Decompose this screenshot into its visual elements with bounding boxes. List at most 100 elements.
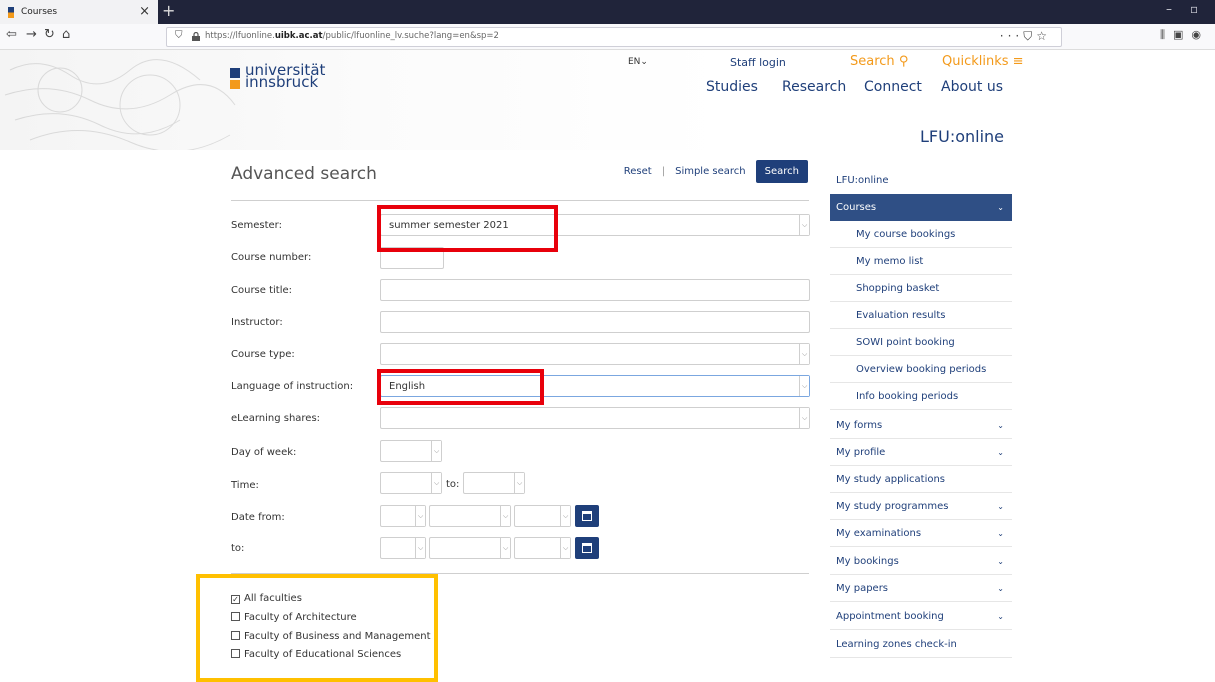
header-search-link[interactable]: Search ⚲	[850, 54, 908, 69]
chevron-down-icon: ⌄	[997, 203, 1004, 212]
sidebar-item-info-booking-periods[interactable]: Info booking periods	[830, 383, 1012, 410]
chevron-down-icon: ⌵	[802, 221, 808, 229]
sidebar-item-my-course-bookings[interactable]: My course bookings	[830, 221, 1012, 248]
divider	[231, 200, 809, 201]
chevron-down-icon: ⌄	[997, 421, 1004, 430]
chevron-down-icon: ⌄	[997, 502, 1004, 511]
action-divider: |	[661, 166, 666, 177]
course-number-label: Course number:	[231, 252, 312, 263]
address-bar[interactable]: ⛉ https://lfuonline.uibk.ac.at/public/lf…	[166, 27, 1062, 47]
sidebar-item-my-memo-list[interactable]: My memo list	[830, 248, 1012, 275]
sidebar-item-my-profile[interactable]: My profile ⌄	[830, 439, 1012, 466]
site-favicon-icon	[8, 6, 14, 18]
time-label: Time:	[231, 480, 259, 491]
chevron-down-icon: ⌵	[418, 544, 424, 552]
university-logo[interactable]: universität innsbruck	[230, 63, 325, 91]
seal-watermark-icon	[4, 59, 236, 150]
chevron-down-icon: ⌵	[503, 544, 509, 552]
date-from-year-select[interactable]: ⌵	[514, 505, 571, 527]
sidebar-item-my-study-applications[interactable]: My study applications	[830, 466, 1012, 493]
forward-icon[interactable]: →	[26, 27, 37, 42]
toolbar-icons[interactable]: ⫼▣◉	[1160, 28, 1209, 42]
chevron-down-icon: ⌵	[563, 512, 569, 520]
chevron-down-icon: ⌵	[503, 512, 509, 520]
home-icon[interactable]: ⌂	[62, 27, 70, 42]
course-type-select[interactable]: ⌵	[380, 343, 810, 365]
calendar-icon[interactable]	[575, 505, 599, 527]
close-tab-icon[interactable]: ×	[139, 4, 150, 19]
calendar-icon[interactable]	[575, 537, 599, 559]
chevron-down-icon: ⌵	[434, 479, 440, 487]
course-title-label: Course title:	[231, 285, 293, 296]
sidebar-item-my-forms[interactable]: My forms ⌄	[830, 412, 1012, 439]
chevron-down-icon: ⌵	[802, 382, 808, 390]
semester-highlight-box	[377, 205, 558, 252]
sidebar-item-appointment-booking[interactable]: Appointment booking ⌄	[830, 603, 1012, 630]
date-to-day-select[interactable]: ⌵	[380, 537, 426, 559]
sidebar-item-courses[interactable]: Courses ⌄	[830, 194, 1012, 221]
language-highlight-box	[377, 369, 544, 405]
search-button[interactable]: Search	[755, 160, 808, 183]
elearning-select[interactable]: ⌵	[380, 407, 810, 429]
language-label: Language of instruction:	[231, 381, 354, 392]
sidebar-item-shopping-basket[interactable]: Shopping basket	[830, 275, 1012, 302]
browser-tab[interactable]: Courses ×	[0, 0, 158, 24]
nav-about-us[interactable]: About us	[941, 79, 1003, 95]
date-from-month-select[interactable]: ⌵	[429, 505, 511, 527]
page-title: Advanced search	[231, 164, 377, 184]
sidebar-item-my-examinations[interactable]: My examinations ⌄	[830, 520, 1012, 547]
instructor-input[interactable]	[380, 311, 810, 333]
sidebar-item-evaluation-results[interactable]: Evaluation results	[830, 302, 1012, 329]
nav-research[interactable]: Research	[782, 79, 846, 95]
simple-search-link[interactable]: Simple search	[675, 166, 746, 177]
sidebar-heading: LFU:online	[836, 175, 889, 186]
day-of-week-select[interactable]: ⌵	[380, 440, 442, 462]
hamburger-icon: ≡	[1012, 54, 1024, 69]
date-to-month-select[interactable]: ⌵	[429, 537, 511, 559]
search-actions: Reset | Simple search Search	[624, 160, 808, 183]
date-to-year-select[interactable]: ⌵	[514, 537, 571, 559]
sidebar-item-my-papers[interactable]: My papers ⌄	[830, 575, 1012, 602]
site-header: universität innsbruck EN⌄ Staff login Se…	[0, 50, 1215, 150]
lock-icon[interactable]	[192, 32, 200, 41]
sidebar-item-sowi-point-booking[interactable]: SOWI point booking	[830, 329, 1012, 356]
page-actions-icons[interactable]: ···⛉☆	[1000, 29, 1051, 44]
chevron-down-icon: ⌵	[563, 544, 569, 552]
date-from-label: Date from:	[231, 512, 285, 523]
browser-tab-bar: Courses × + – ▫	[0, 0, 1215, 24]
chevron-down-icon: ⌵	[434, 447, 440, 455]
chevron-down-icon: ⌵	[802, 414, 808, 422]
sidebar-item-my-bookings[interactable]: My bookings ⌄	[830, 548, 1012, 575]
date-from-day-select[interactable]: ⌵	[380, 505, 426, 527]
reload-icon[interactable]: ↻	[44, 27, 55, 42]
chevron-down-icon: ⌄	[997, 448, 1004, 457]
logo-line-2: innsbruck	[245, 73, 319, 91]
chevron-down-icon: ⌄	[997, 529, 1004, 538]
nav-connect[interactable]: Connect	[864, 79, 922, 95]
chevron-down-icon: ⌵	[418, 512, 424, 520]
sidebar-item-my-study-programmes[interactable]: My study programmes ⌄	[830, 493, 1012, 520]
staff-login-link[interactable]: Staff login	[730, 56, 786, 69]
course-title-input[interactable]	[380, 279, 810, 301]
logo-mark-icon	[230, 68, 240, 89]
tracking-shield-icon[interactable]: ⛉	[175, 30, 183, 41]
tab-title: Courses	[21, 7, 58, 17]
maximize-window-icon[interactable]: ▫	[1190, 2, 1198, 16]
new-tab-button[interactable]: +	[162, 1, 175, 20]
quicklinks-link[interactable]: Quicklinks ≡	[942, 54, 1024, 69]
time-from-select[interactable]: ⌵	[380, 472, 442, 494]
time-to-select[interactable]: ⌵	[463, 472, 525, 494]
minimize-window-icon[interactable]: –	[1166, 2, 1172, 16]
chevron-down-icon: ⌄	[997, 557, 1004, 566]
chevron-down-icon: ⌄	[997, 612, 1004, 621]
chevron-down-icon: ⌵	[802, 350, 808, 358]
sidebar-item-overview-booking-periods[interactable]: Overview booking periods	[830, 356, 1012, 383]
reset-link[interactable]: Reset	[624, 166, 652, 177]
sidebar-item-learning-zones-check-in[interactable]: Learning zones check-in	[830, 631, 1012, 658]
language-switcher[interactable]: EN⌄	[628, 57, 648, 67]
instructor-label: Instructor:	[231, 317, 283, 328]
search-icon: ⚲	[898, 54, 909, 69]
nav-studies[interactable]: Studies	[706, 79, 758, 95]
back-icon[interactable]: ⇦	[6, 27, 17, 42]
url-text[interactable]: https://lfuonline.uibk.ac.at/public/lfuo…	[205, 31, 499, 41]
